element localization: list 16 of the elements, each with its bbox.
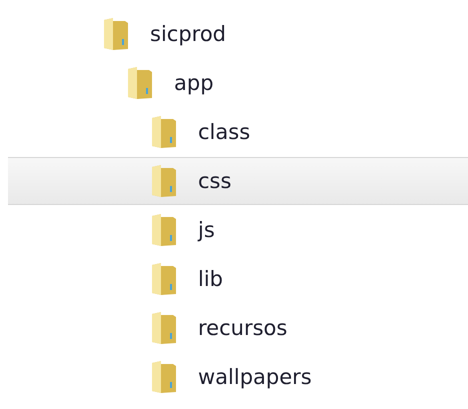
folder-item[interactable]: class xyxy=(8,108,468,156)
folder-icon xyxy=(103,17,129,51)
folder-icon xyxy=(151,115,177,149)
folder-item[interactable]: lib xyxy=(8,255,468,303)
folder-icon xyxy=(127,66,153,100)
folder-icon xyxy=(151,164,177,198)
folder-icon xyxy=(151,262,177,296)
folder-item[interactable]: js xyxy=(8,206,468,254)
folder-item[interactable]: app xyxy=(8,59,468,107)
folder-item[interactable]: sicprod xyxy=(8,10,468,58)
folder-item[interactable]: css xyxy=(8,157,468,205)
folder-icon xyxy=(151,311,177,345)
folder-icon xyxy=(151,213,177,247)
folder-icon xyxy=(151,360,177,394)
folder-item[interactable]: wallpapers xyxy=(8,353,468,401)
folder-item[interactable]: recursos xyxy=(8,304,468,352)
